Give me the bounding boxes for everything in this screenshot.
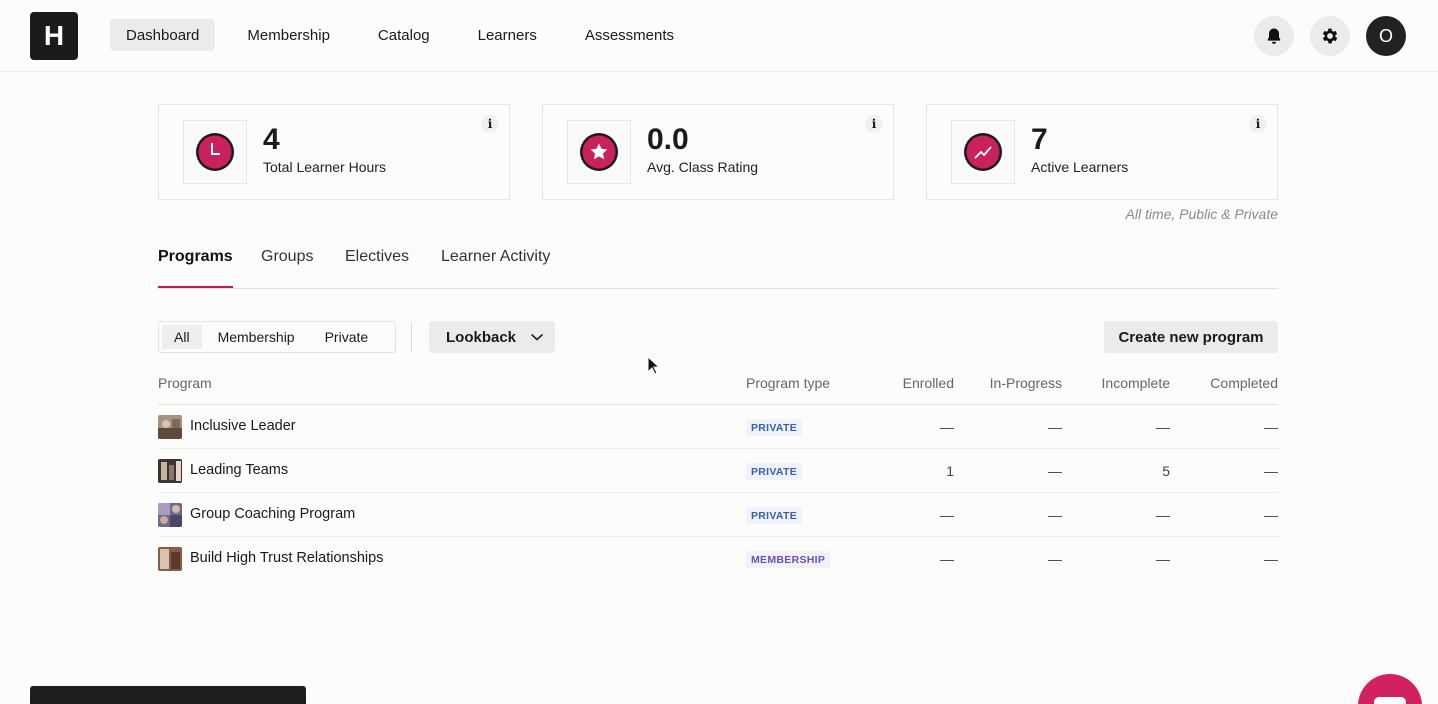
top-actions: O — [1254, 16, 1406, 56]
top-navigation-bar: H Dashboard Membership Catalog Learners … — [0, 0, 1438, 72]
stat-value: 4 — [263, 123, 280, 156]
stat-icon-box — [183, 120, 247, 184]
enrolled-cell: — — [940, 507, 954, 523]
stats-row: 4 Total Learner Hours i 0.0 Avg. Class R… — [158, 104, 1278, 200]
filter-all[interactable]: All — [162, 325, 202, 349]
create-program-button[interactable]: Create new program — [1104, 321, 1278, 353]
nav-item-assessments[interactable]: Assessments — [569, 19, 690, 51]
incomplete-cell: — — [1156, 507, 1170, 523]
in-progress-cell: — — [1048, 463, 1062, 479]
column-header-type[interactable]: Program type — [746, 375, 830, 391]
completed-cell: — — [1264, 419, 1278, 435]
tab-electives[interactable]: Electives — [345, 248, 409, 286]
chat-launcher-button[interactable] — [1358, 674, 1422, 704]
table-row[interactable]: Group Coaching Program PRIVATE — — — — — [158, 493, 1278, 537]
trend-icon — [964, 133, 1002, 171]
stat-value: 7 — [1031, 123, 1048, 156]
completed-cell: — — [1264, 551, 1278, 567]
program-thumbnail — [158, 503, 182, 527]
program-thumbnail — [158, 415, 182, 439]
stat-card-learner-hours: 4 Total Learner Hours i — [158, 104, 510, 200]
chat-icon — [1374, 697, 1406, 704]
table-header: Program Program type Enrolled In-Progres… — [158, 366, 1278, 405]
stat-label: Active Learners — [1031, 159, 1129, 175]
completed-cell: — — [1264, 463, 1278, 479]
gear-icon — [1322, 28, 1338, 44]
column-header-in-progress[interactable]: In-Progress — [990, 375, 1062, 391]
tab-groups[interactable]: Groups — [261, 248, 313, 286]
program-name[interactable]: Build High Trust Relationships — [190, 550, 383, 566]
incomplete-cell: 5 — [1162, 463, 1170, 479]
info-icon[interactable]: i — [865, 115, 883, 133]
mouse-cursor-icon — [647, 356, 661, 375]
stat-label: Total Learner Hours — [263, 159, 386, 175]
column-header-completed[interactable]: Completed — [1210, 375, 1278, 391]
filter-membership[interactable]: Membership — [206, 325, 307, 349]
program-type-badge: PRIVATE — [746, 463, 803, 480]
stat-value: 0.0 — [647, 123, 689, 156]
bell-icon — [1267, 28, 1281, 44]
stat-card-active-learners: 7 Active Learners i — [926, 104, 1278, 200]
enrolled-cell: — — [940, 551, 954, 567]
incomplete-cell: — — [1156, 551, 1170, 567]
nav-item-catalog[interactable]: Catalog — [362, 19, 446, 51]
enrolled-cell: — — [940, 419, 954, 435]
programs-table: Program Program type Enrolled In-Progres… — [158, 366, 1278, 581]
clock-icon — [196, 133, 234, 171]
star-icon — [580, 133, 618, 171]
program-type-badge: MEMBERSHIP — [746, 551, 831, 568]
program-thumbnail — [158, 459, 182, 483]
notifications-button[interactable] — [1254, 16, 1294, 56]
stat-icon-box — [567, 120, 631, 184]
program-type-badge: PRIVATE — [746, 507, 803, 524]
info-icon[interactable]: i — [1249, 115, 1267, 133]
enrolled-cell: 1 — [946, 463, 954, 479]
toast-notification[interactable] — [30, 686, 306, 704]
column-header-program[interactable]: Program — [158, 375, 212, 391]
stat-icon-box — [951, 120, 1015, 184]
tab-programs[interactable]: Programs — [158, 248, 233, 288]
app-logo[interactable]: H — [30, 12, 78, 60]
in-progress-cell: — — [1048, 551, 1062, 567]
incomplete-cell: — — [1156, 419, 1170, 435]
stats-scope-note: All time, Public & Private — [1125, 206, 1279, 222]
column-header-enrolled[interactable]: Enrolled — [903, 375, 954, 391]
filter-private[interactable]: Private — [313, 325, 381, 349]
settings-button[interactable] — [1310, 16, 1350, 56]
table-row[interactable]: Build High Trust Relationships MEMBERSHI… — [158, 537, 1278, 581]
program-thumbnail — [158, 547, 182, 571]
program-name[interactable]: Leading Teams — [190, 462, 288, 478]
nav-item-learners[interactable]: Learners — [462, 19, 553, 51]
lookback-label: Lookback — [446, 328, 517, 346]
table-row[interactable]: Inclusive Leader PRIVATE — — — — — [158, 405, 1278, 449]
completed-cell: — — [1264, 507, 1278, 523]
program-filter-segmented: All Membership Private — [158, 321, 396, 353]
nav-item-membership[interactable]: Membership — [231, 19, 346, 51]
user-avatar-button[interactable]: O — [1366, 16, 1406, 56]
section-tabs: Programs Groups Electives Learner Activi… — [158, 240, 1278, 289]
stat-label: Avg. Class Rating — [647, 159, 759, 175]
in-progress-cell: — — [1048, 419, 1062, 435]
chevron-down-icon — [530, 333, 544, 341]
in-progress-cell: — — [1048, 507, 1062, 523]
program-type-badge: PRIVATE — [746, 419, 803, 436]
nav-item-dashboard[interactable]: Dashboard — [110, 19, 216, 51]
stat-card-class-rating: 0.0 Avg. Class Rating i — [542, 104, 894, 200]
program-name[interactable]: Inclusive Leader — [190, 418, 296, 434]
tab-learner-activity[interactable]: Learner Activity — [441, 248, 550, 286]
divider — [411, 322, 412, 352]
main-nav: Dashboard Membership Catalog Learners As… — [110, 19, 690, 51]
lookback-dropdown[interactable]: Lookback — [429, 321, 555, 353]
column-header-incomplete[interactable]: Incomplete — [1102, 375, 1170, 391]
program-name[interactable]: Group Coaching Program — [190, 506, 355, 522]
info-icon[interactable]: i — [481, 115, 499, 133]
table-row[interactable]: Leading Teams PRIVATE 1 — 5 — — [158, 449, 1278, 493]
